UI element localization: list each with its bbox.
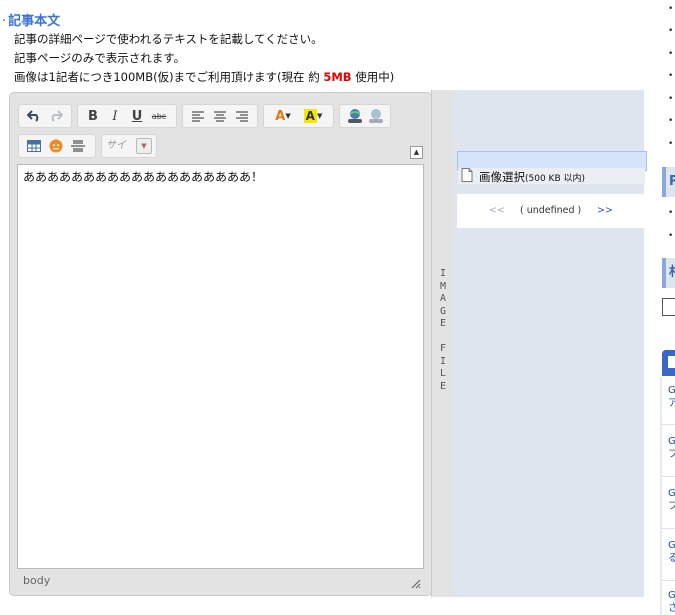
sidebar-link[interactable]: G — [668, 487, 675, 500]
divider — [662, 424, 675, 425]
description-usage-line: 画像は1記者につき100MB(仮)までご利用頂けます(現在 約 5MB 使用中) — [14, 68, 394, 86]
sidebar-link[interactable]: G — [668, 589, 675, 602]
usage-suffix: 使用中) — [351, 70, 395, 84]
sidebar-tab[interactable] — [662, 350, 675, 376]
bullet-icon: • — [668, 71, 674, 81]
image-select-label: 画像選択(500 KB 以内) — [479, 169, 585, 185]
editor-status-bar: body — [10, 567, 431, 595]
image-file-tab-letter: A — [439, 293, 447, 304]
sidebar-link[interactable]: G — [668, 435, 675, 448]
divider — [662, 580, 675, 581]
undo-icon[interactable] — [23, 106, 45, 126]
bullet-icon: • — [668, 94, 674, 104]
right-sidebar: • • • • • • • R • • 村 G ア G フ G フ G る G … — [660, 0, 675, 615]
sidebar-link[interactable]: さ — [668, 602, 675, 615]
toolbar-insert-group — [18, 134, 96, 158]
divider — [662, 476, 675, 477]
sidebar-checkbox[interactable] — [662, 298, 675, 316]
image-file-tab[interactable]: IMAGE FILE — [431, 90, 455, 597]
resize-grip-icon[interactable] — [409, 577, 421, 589]
align-right-icon[interactable] — [231, 106, 253, 126]
bullet-icon: • — [668, 139, 674, 149]
italic-icon[interactable]: I — [104, 106, 126, 126]
usage-prefix: 画像は1記者につき100MB(仮)までご利用頂けます(現在 約 — [14, 70, 324, 84]
toolbar-color-group: A ▼ A ▼ — [263, 104, 334, 128]
pager-next-link[interactable]: >> — [597, 205, 613, 216]
font-size-value: サイ — [106, 140, 126, 151]
underline-icon[interactable]: U — [126, 106, 148, 126]
section-title: · 記事本文 — [2, 14, 61, 29]
editor-text[interactable]: あああああああああああああああああああ！ — [23, 168, 263, 185]
chevron-down-icon[interactable]: ▼ — [136, 138, 152, 154]
redo-icon[interactable] — [45, 106, 67, 126]
sidebar-link[interactable]: る — [668, 552, 675, 565]
collapse-toolbar-button[interactable]: ▲ — [410, 146, 423, 159]
sidebar-link[interactable]: フ — [668, 500, 675, 513]
bold-icon[interactable]: B — [82, 106, 104, 126]
toolbar-history-group — [18, 104, 72, 128]
image-file-tab-letter: I — [439, 355, 447, 367]
sidebar-heading-2: 村 — [662, 258, 675, 288]
align-center-icon[interactable] — [209, 106, 231, 126]
bullet-icon: • — [668, 49, 674, 59]
bullet-icon: • — [668, 208, 674, 218]
bullet-icon: • — [668, 116, 674, 126]
toolbar-align-group — [182, 104, 258, 128]
file-icon — [461, 168, 473, 182]
image-select-button[interactable]: 画像選択(500 KB 以内) — [458, 168, 645, 184]
image-file-tab-letter: L — [439, 368, 447, 379]
description-line-2: 記事ページのみで表示されます。 — [14, 51, 186, 65]
section-title-text: 記事本文 — [8, 14, 61, 29]
image-file-tab-letter: F — [439, 343, 447, 354]
font-size-select[interactable]: サイ ▼ — [101, 134, 157, 158]
toolbar-format-group: B I U abc — [77, 104, 177, 128]
description-line-1: 記事の詳細ページで使われるテキストを記載してください。 — [14, 32, 323, 46]
image-panel: 画像選択(500 KB 以内) << ( undefined ) >> — [454, 90, 647, 597]
sidebar-link[interactable]: G — [668, 539, 675, 552]
image-file-tab-label: IMAGE FILE — [435, 268, 451, 393]
usage-amount: 5MB — [323, 70, 352, 84]
pager-prev-link[interactable]: << — [489, 205, 505, 216]
horizontal-rule-icon[interactable] — [67, 136, 89, 156]
sidebar-link[interactable]: フ — [668, 448, 675, 461]
emoticon-icon[interactable] — [45, 136, 67, 156]
table-icon[interactable] — [23, 136, 45, 156]
sidebar-heading-1: R — [662, 167, 675, 197]
strikethrough-icon[interactable]: abc — [148, 106, 170, 126]
image-select-text: 画像選択 — [479, 170, 525, 184]
rich-text-editor: B I U abc A ▼ A ▼ サイ ▼ ▲ あああああああああああああああああ… — [9, 92, 432, 596]
image-pager: << ( undefined ) >> — [457, 194, 645, 228]
image-file-tab-letter: G — [439, 305, 447, 317]
bullet-icon: • — [668, 4, 674, 14]
tab-icon — [668, 356, 675, 368]
align-left-icon[interactable] — [187, 106, 209, 126]
bullet-icon: • — [668, 26, 674, 36]
image-file-tab-letter: M — [439, 280, 447, 292]
unlink-icon[interactable] — [365, 106, 386, 126]
link-icon[interactable] — [344, 106, 365, 126]
background-color-icon[interactable]: A ▼ — [298, 106, 328, 126]
editor-content-area[interactable]: あああああああああああああああああああ！ — [17, 164, 424, 569]
image-size-note: (500 KB 以内) — [525, 174, 585, 184]
sidebar-link[interactable]: ア — [668, 397, 675, 410]
bullet-icon: • — [668, 231, 674, 241]
element-path[interactable]: body — [23, 574, 50, 587]
image-file-tab-letter: E — [439, 318, 447, 329]
pager-status: ( undefined ) — [520, 205, 582, 216]
sidebar-link[interactable]: G — [668, 384, 675, 397]
image-file-tab-letter — [435, 331, 451, 344]
image-file-tab-letter: I — [439, 268, 447, 279]
divider — [662, 528, 675, 529]
image-file-tab-letter: E — [439, 380, 447, 392]
toolbar-link-group — [339, 104, 391, 128]
text-color-icon[interactable]: A ▼ — [268, 106, 298, 126]
